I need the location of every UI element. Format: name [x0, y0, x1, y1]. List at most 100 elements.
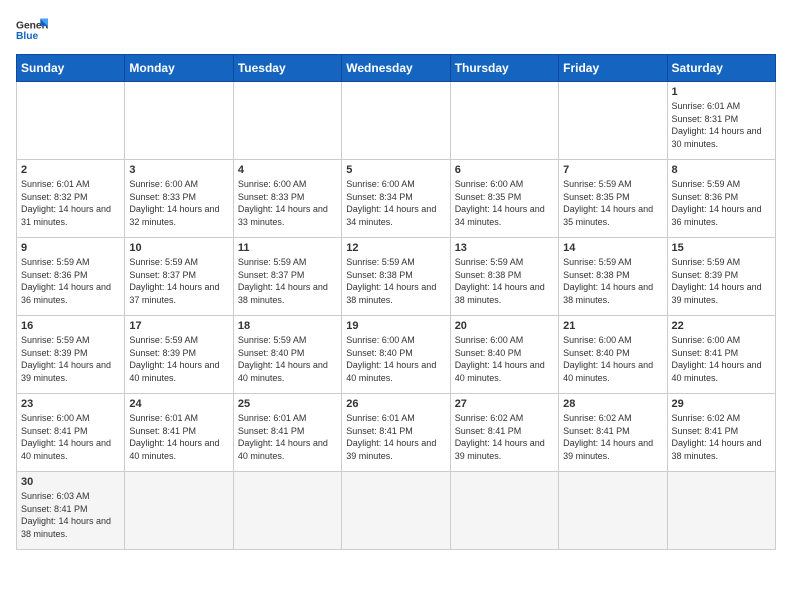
day-cell [17, 82, 125, 160]
day-info: Sunrise: 5:59 AM Sunset: 8:39 PM Dayligh… [672, 256, 771, 306]
day-cell [450, 472, 558, 550]
calendar-header: SundayMondayTuesdayWednesdayThursdayFrid… [17, 55, 776, 82]
week-row-3: 16 Sunrise: 5:59 AM Sunset: 8:39 PM Dayli… [17, 316, 776, 394]
day-info: Sunrise: 5:59 AM Sunset: 8:38 PM Dayligh… [455, 256, 554, 306]
day-number: 3 [129, 164, 228, 176]
day-info: Sunrise: 6:02 AM Sunset: 8:41 PM Dayligh… [563, 412, 662, 462]
day-number: 23 [21, 398, 120, 410]
day-number: 22 [672, 320, 771, 332]
day-info: Sunrise: 6:00 AM Sunset: 8:40 PM Dayligh… [455, 334, 554, 384]
day-cell [667, 472, 775, 550]
day-cell [450, 82, 558, 160]
day-number: 30 [21, 476, 120, 488]
day-number: 6 [455, 164, 554, 176]
day-number: 19 [346, 320, 445, 332]
week-row-5: 30 Sunrise: 6:03 AM Sunset: 8:41 PM Dayli… [17, 472, 776, 550]
day-info: Sunrise: 6:01 AM Sunset: 8:31 PM Dayligh… [672, 100, 771, 150]
day-number: 20 [455, 320, 554, 332]
day-cell: 29Sunrise: 6:02 AM Sunset: 8:41 PM Dayli… [667, 394, 775, 472]
week-row-2: 9 Sunrise: 5:59 AM Sunset: 8:36 PM Daylig… [17, 238, 776, 316]
day-number: 5 [346, 164, 445, 176]
day-cell: 8 Sunrise: 5:59 AM Sunset: 8:36 PM Daylig… [667, 160, 775, 238]
day-info: Sunrise: 6:00 AM Sunset: 8:33 PM Dayligh… [129, 178, 228, 228]
day-cell: 4Sunrise: 6:00 AM Sunset: 8:33 PM Daylig… [233, 160, 341, 238]
day-number: 17 [129, 320, 228, 332]
day-info: Sunrise: 5:59 AM Sunset: 8:35 PM Dayligh… [563, 178, 662, 228]
weekday-header-thursday: Thursday [450, 55, 558, 82]
day-cell: 26Sunrise: 6:01 AM Sunset: 8:41 PM Dayli… [342, 394, 450, 472]
calendar: SundayMondayTuesdayWednesdayThursdayFrid… [16, 54, 776, 550]
day-info: Sunrise: 6:01 AM Sunset: 8:32 PM Dayligh… [21, 178, 120, 228]
day-cell: 5 Sunrise: 6:00 AM Sunset: 8:34 PM Daylig… [342, 160, 450, 238]
day-cell: 3 Sunrise: 6:00 AM Sunset: 8:33 PM Daylig… [125, 160, 233, 238]
day-number: 7 [563, 164, 662, 176]
day-cell [342, 82, 450, 160]
day-number: 9 [21, 242, 120, 254]
day-info: Sunrise: 6:01 AM Sunset: 8:41 PM Dayligh… [238, 412, 337, 462]
day-info: Sunrise: 5:59 AM Sunset: 8:38 PM Dayligh… [346, 256, 445, 306]
day-number: 1 [672, 86, 771, 98]
day-number: 11 [238, 242, 337, 254]
day-number: 28 [563, 398, 662, 410]
day-cell: 2Sunrise: 6:01 AM Sunset: 8:32 PM Daylig… [17, 160, 125, 238]
day-number: 13 [455, 242, 554, 254]
day-cell: 21 Sunrise: 6:00 AM Sunset: 8:40 PM Dayli… [559, 316, 667, 394]
week-row-1: 2Sunrise: 6:01 AM Sunset: 8:32 PM Daylig… [17, 160, 776, 238]
weekday-header-monday: Monday [125, 55, 233, 82]
weekday-header-sunday: Sunday [17, 55, 125, 82]
svg-text:Blue: Blue [16, 31, 38, 42]
day-info: Sunrise: 5:59 AM Sunset: 8:38 PM Dayligh… [563, 256, 662, 306]
day-cell: 24 Sunrise: 6:01 AM Sunset: 8:41 PM Dayli… [125, 394, 233, 472]
day-number: 8 [672, 164, 771, 176]
week-row-0: 1 Sunrise: 6:01 AM Sunset: 8:31 PM Daylig… [17, 82, 776, 160]
weekday-header-wednesday: Wednesday [342, 55, 450, 82]
day-info: Sunrise: 5:59 AM Sunset: 8:37 PM Dayligh… [238, 256, 337, 306]
weekday-header-tuesday: Tuesday [233, 55, 341, 82]
day-cell: 25 Sunrise: 6:01 AM Sunset: 8:41 PM Dayli… [233, 394, 341, 472]
weekday-header-friday: Friday [559, 55, 667, 82]
day-info: Sunrise: 5:59 AM Sunset: 8:39 PM Dayligh… [129, 334, 228, 384]
day-cell: 27 Sunrise: 6:02 AM Sunset: 8:41 PM Dayli… [450, 394, 558, 472]
day-info: Sunrise: 5:59 AM Sunset: 8:40 PM Dayligh… [238, 334, 337, 384]
day-info: Sunrise: 6:03 AM Sunset: 8:41 PM Dayligh… [21, 490, 120, 540]
day-number: 12 [346, 242, 445, 254]
day-number: 27 [455, 398, 554, 410]
day-info: Sunrise: 6:00 AM Sunset: 8:35 PM Dayligh… [455, 178, 554, 228]
day-info: Sunrise: 6:00 AM Sunset: 8:34 PM Dayligh… [346, 178, 445, 228]
day-cell: 22Sunrise: 6:00 AM Sunset: 8:41 PM Dayli… [667, 316, 775, 394]
day-info: Sunrise: 6:00 AM Sunset: 8:40 PM Dayligh… [563, 334, 662, 384]
day-info: Sunrise: 6:00 AM Sunset: 8:40 PM Dayligh… [346, 334, 445, 384]
day-cell: 18 Sunrise: 5:59 AM Sunset: 8:40 PM Dayli… [233, 316, 341, 394]
day-cell: 28 Sunrise: 6:02 AM Sunset: 8:41 PM Dayli… [559, 394, 667, 472]
day-number: 26 [346, 398, 445, 410]
day-cell: 1 Sunrise: 6:01 AM Sunset: 8:31 PM Daylig… [667, 82, 775, 160]
day-cell [559, 472, 667, 550]
day-number: 16 [21, 320, 120, 332]
day-cell [559, 82, 667, 160]
day-info: Sunrise: 5:59 AM Sunset: 8:36 PM Dayligh… [672, 178, 771, 228]
day-cell [233, 472, 341, 550]
day-info: Sunrise: 6:00 AM Sunset: 8:33 PM Dayligh… [238, 178, 337, 228]
day-number: 25 [238, 398, 337, 410]
day-cell [125, 472, 233, 550]
day-info: Sunrise: 6:01 AM Sunset: 8:41 PM Dayligh… [129, 412, 228, 462]
day-number: 14 [563, 242, 662, 254]
day-cell: 17 Sunrise: 5:59 AM Sunset: 8:39 PM Dayli… [125, 316, 233, 394]
day-info: Sunrise: 6:02 AM Sunset: 8:41 PM Dayligh… [455, 412, 554, 462]
weekday-header-saturday: Saturday [667, 55, 775, 82]
day-cell [125, 82, 233, 160]
day-cell [233, 82, 341, 160]
day-number: 21 [563, 320, 662, 332]
day-number: 18 [238, 320, 337, 332]
logo: General Blue [16, 16, 48, 44]
day-cell: 10Sunrise: 5:59 AM Sunset: 8:37 PM Dayli… [125, 238, 233, 316]
day-info: Sunrise: 5:59 AM Sunset: 8:36 PM Dayligh… [21, 256, 120, 306]
day-number: 15 [672, 242, 771, 254]
day-cell: 16Sunrise: 5:59 AM Sunset: 8:39 PM Dayli… [17, 316, 125, 394]
logo-icon: General Blue [16, 16, 48, 44]
day-cell: 7 Sunrise: 5:59 AM Sunset: 8:35 PM Daylig… [559, 160, 667, 238]
day-cell: 12 Sunrise: 5:59 AM Sunset: 8:38 PM Dayli… [342, 238, 450, 316]
day-cell [342, 472, 450, 550]
day-number: 24 [129, 398, 228, 410]
day-cell: 11 Sunrise: 5:59 AM Sunset: 8:37 PM Dayli… [233, 238, 341, 316]
